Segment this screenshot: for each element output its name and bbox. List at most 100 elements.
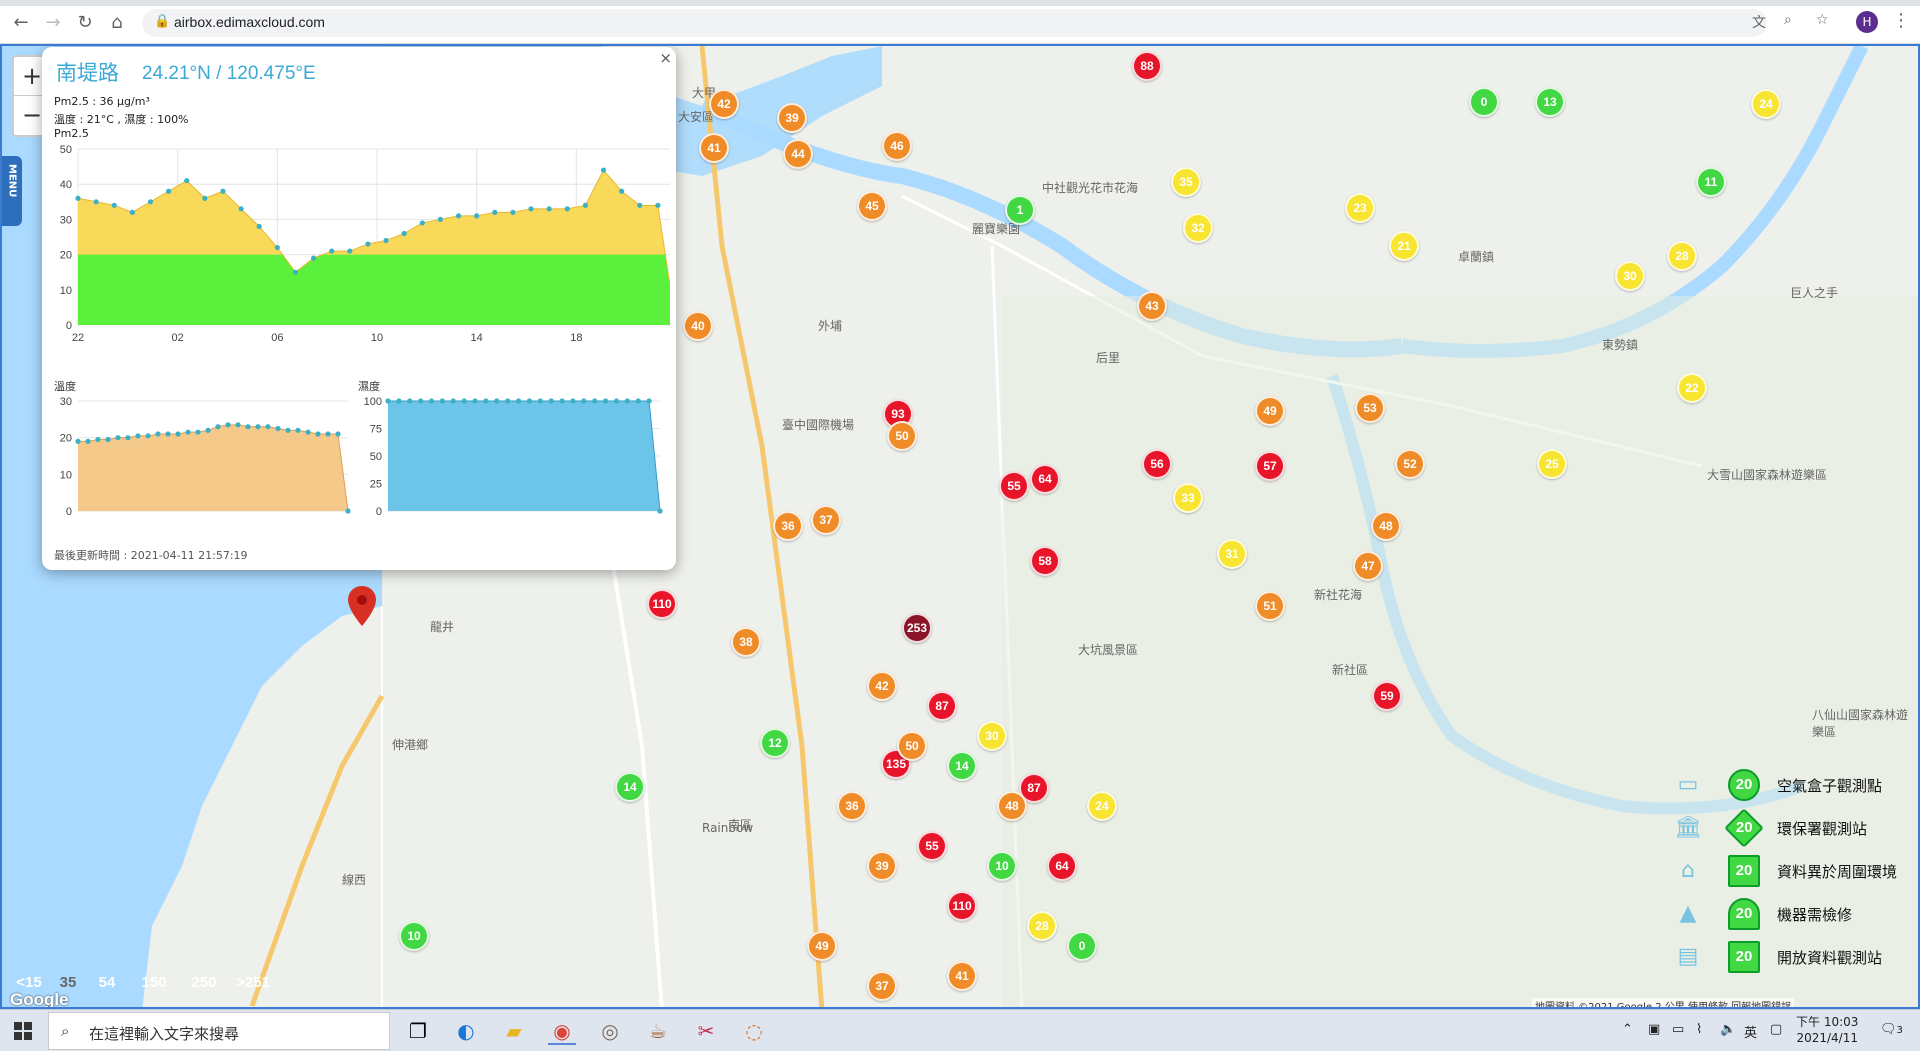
forward-icon[interactable]: → (42, 12, 64, 34)
sensor-marker[interactable]: 110 (647, 589, 677, 619)
sensor-marker[interactable]: 14 (947, 751, 977, 781)
close-icon[interactable]: × (659, 49, 672, 67)
menu-tab[interactable]: MENU (2, 156, 22, 226)
file-explorer-icon[interactable]: ▰ (500, 1017, 528, 1045)
sensor-marker[interactable]: 37 (867, 971, 897, 1001)
sensor-marker[interactable]: 30 (977, 721, 1007, 751)
sensor-marker[interactable]: 36 (837, 791, 867, 821)
sensor-marker[interactable]: 23 (1345, 193, 1375, 223)
sensor-marker[interactable]: 51 (1255, 591, 1285, 621)
sensor-marker[interactable]: 21 (1389, 231, 1419, 261)
task-view-icon[interactable]: ❐ (404, 1017, 432, 1045)
sensor-marker[interactable]: 42 (867, 671, 897, 701)
sensor-marker[interactable]: 88 (1132, 51, 1162, 81)
network-icon[interactable]: ⌇ (1696, 1022, 1702, 1037)
sensor-marker[interactable]: 1 (1005, 195, 1035, 225)
tray-app-icon[interactable]: ▣ (1648, 1022, 1660, 1037)
sensor-marker[interactable]: 25 (1537, 449, 1567, 479)
data-point (295, 427, 301, 433)
sensor-marker[interactable]: 49 (807, 931, 837, 961)
sensor-marker[interactable]: 64 (1047, 851, 1077, 881)
sensor-marker[interactable]: 30 (1615, 261, 1645, 291)
sensor-marker[interactable]: 43 (1137, 291, 1167, 321)
sensor-marker[interactable]: 37 (811, 505, 841, 535)
sensor-marker[interactable]: 11 (1696, 167, 1726, 197)
map-canvas[interactable]: 大甲 大安區 外埔 中社觀光花市花海 麗寶樂園 后里 臺中國際機場 卓蘭鎮 東勢… (0, 44, 1920, 1009)
chrome-icon[interactable]: ◉ (548, 1017, 576, 1045)
kebab-menu-icon[interactable]: ⋮ (1892, 10, 1910, 31)
sensor-marker[interactable]: 10 (987, 851, 1017, 881)
sensor-marker[interactable]: 110 (947, 891, 977, 921)
sensor-marker[interactable]: 32 (1183, 213, 1213, 243)
sensor-marker[interactable]: 44 (783, 139, 813, 169)
sensor-marker[interactable]: 42 (709, 89, 739, 119)
battery-icon[interactable]: ▭ (1672, 1022, 1684, 1037)
sensor-marker[interactable]: 24 (1751, 89, 1781, 119)
sensor-marker[interactable]: 12 (760, 728, 790, 758)
legend-badge-triangle: 20 (1728, 898, 1760, 930)
taskbar-search-box[interactable]: ⌕ 在這裡輸入文字來搜尋 (48, 1012, 390, 1050)
sensor-marker[interactable]: 33 (1173, 483, 1203, 513)
sensor-marker[interactable]: 39 (867, 851, 897, 881)
sensor-marker[interactable]: 10 (399, 921, 429, 951)
map-attribution[interactable]: 地圖資料 ©2021 Google 2 公里 使用條款 回報地圖錯誤 (1532, 998, 1795, 1007)
sensor-marker[interactable]: 50 (897, 731, 927, 761)
home-icon[interactable]: ⌂ (106, 12, 128, 34)
sensor-marker[interactable]: 31 (1217, 539, 1247, 569)
profile-avatar[interactable]: H (1856, 11, 1878, 33)
sensor-marker[interactable]: 35 (1171, 167, 1201, 197)
notifications-icon[interactable]: 🗨3 (1880, 1022, 1903, 1037)
app-icon[interactable]: ◎ (596, 1017, 624, 1045)
sensor-marker[interactable]: 41 (699, 133, 729, 163)
sensor-marker[interactable]: 13 (1535, 87, 1565, 117)
sensor-marker[interactable]: 28 (1667, 241, 1697, 271)
sensor-marker[interactable]: 28 (1027, 911, 1057, 941)
sensor-marker[interactable]: 50 (887, 421, 917, 451)
sensor-marker[interactable]: 48 (997, 791, 1027, 821)
windows-start-icon[interactable] (14, 1022, 32, 1040)
sensor-marker[interactable]: 24 (1087, 791, 1117, 821)
address-bar[interactable]: 🔒 airbox.edimaxcloud.com (142, 9, 1767, 37)
ime-indicator[interactable]: 英 (1744, 1022, 1757, 1041)
bookmark-star-icon[interactable]: ☆ (1816, 12, 1829, 28)
zoom-icon[interactable]: ⌕ (1784, 12, 1792, 28)
sensor-marker[interactable]: 40 (683, 311, 713, 341)
sensor-marker[interactable]: 87 (927, 691, 957, 721)
edge-icon[interactable]: ◐ (452, 1017, 480, 1045)
sensor-marker[interactable]: 47 (1353, 551, 1383, 581)
sensor-marker[interactable]: 55 (917, 831, 947, 861)
app-icon[interactable]: ◌ (740, 1017, 768, 1045)
sensor-marker[interactable]: 46 (882, 131, 912, 161)
sensor-marker[interactable]: 53 (1355, 393, 1385, 423)
sensor-marker[interactable]: 57 (1255, 451, 1285, 481)
volume-icon[interactable]: 🔈 (1720, 1022, 1736, 1037)
sensor-marker[interactable]: 56 (1142, 449, 1172, 479)
sensor-marker[interactable]: 55 (999, 471, 1029, 501)
tray-chevron-icon[interactable]: ⌃ (1622, 1022, 1633, 1037)
back-icon[interactable]: ← (10, 12, 32, 34)
sensor-marker[interactable]: 45 (857, 191, 887, 221)
sensor-marker[interactable]: 59 (1372, 681, 1402, 711)
sensor-marker[interactable]: 39 (777, 103, 807, 133)
taskbar-clock[interactable]: 下午 10:03 2021/4/11 (1796, 1014, 1858, 1046)
sensor-marker[interactable]: 0 (1469, 87, 1499, 117)
sensor-marker[interactable]: 52 (1395, 449, 1425, 479)
sensor-marker[interactable]: 14 (615, 772, 645, 802)
sensor-marker[interactable]: 64 (1030, 464, 1060, 494)
sensor-marker[interactable]: 22 (1677, 373, 1707, 403)
sensor-marker[interactable]: 253 (902, 613, 932, 643)
sensor-marker[interactable]: 0 (1067, 931, 1097, 961)
location-pin-icon[interactable] (348, 586, 376, 626)
url-text[interactable]: airbox.edimaxcloud.com (174, 14, 325, 30)
input-method-icon[interactable]: ▢ (1770, 1022, 1782, 1037)
sensor-marker[interactable]: 49 (1255, 396, 1285, 426)
sensor-marker[interactable]: 36 (773, 511, 803, 541)
sensor-marker[interactable]: 41 (947, 961, 977, 991)
sensor-marker[interactable]: 38 (731, 627, 761, 657)
sensor-marker[interactable]: 58 (1030, 546, 1060, 576)
app-icon[interactable]: ✂ (692, 1017, 720, 1045)
app-icon[interactable]: ☕ (644, 1017, 672, 1045)
reload-icon[interactable]: ↻ (74, 12, 96, 34)
translate-icon[interactable]: 文 (1752, 12, 1766, 32)
sensor-marker[interactable]: 48 (1371, 511, 1401, 541)
